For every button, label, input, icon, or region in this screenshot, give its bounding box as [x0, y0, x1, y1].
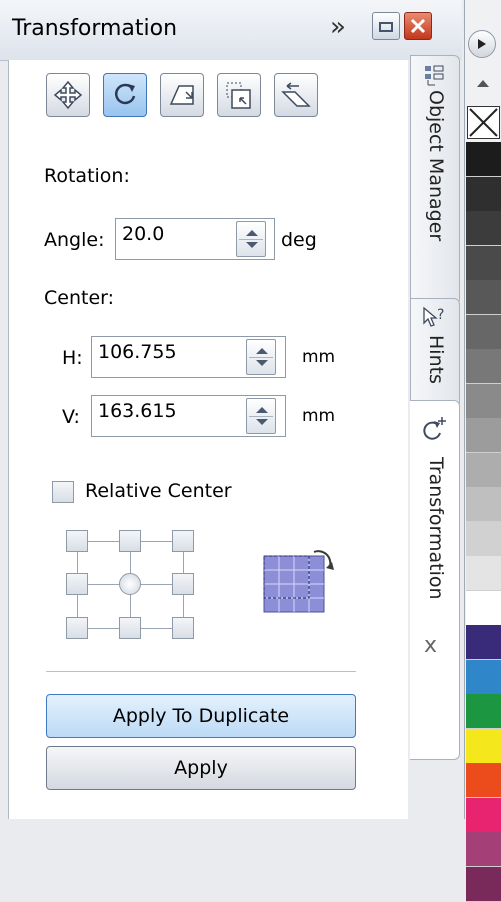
palette-flyout-arrow-icon — [478, 39, 486, 49]
size-mode-button[interactable] — [217, 73, 261, 117]
center-h-value: 106.755 — [98, 341, 177, 363]
rotation-mode-button[interactable] — [103, 73, 147, 117]
anchor-center-radio[interactable] — [119, 573, 141, 595]
color-swatch[interactable] — [466, 487, 501, 522]
anchor-middle-left[interactable] — [66, 573, 88, 595]
v-unit: mm — [302, 406, 336, 426]
anchor-middle-right[interactable] — [172, 573, 194, 595]
close-button[interactable] — [404, 12, 432, 40]
no-color-swatch[interactable] — [467, 106, 500, 139]
tab-object-manager-label: Object Manager — [425, 90, 447, 242]
anchor-top-left[interactable] — [66, 530, 88, 552]
color-swatch[interactable] — [466, 694, 501, 729]
divider — [46, 671, 356, 672]
minimize-button[interactable] — [372, 12, 400, 40]
relative-center-checkbox[interactable] — [52, 481, 74, 503]
color-swatch[interactable] — [466, 349, 501, 384]
angle-value: 20.0 — [122, 223, 165, 245]
color-swatch[interactable] — [466, 280, 501, 315]
transform-preview-icon — [262, 546, 338, 616]
tab-transformation[interactable]: Transformation x — [410, 400, 460, 760]
rotate-icon — [114, 83, 136, 105]
color-swatch[interactable] — [466, 660, 501, 695]
palette-menu-button[interactable] — [468, 30, 496, 58]
color-swatch[interactable] — [466, 832, 501, 867]
apply-to-duplicate-button[interactable]: Apply To Duplicate — [46, 694, 356, 738]
center-section-label: Center: — [44, 287, 115, 309]
angle-label: Angle: — [44, 229, 105, 251]
v-label: V: — [62, 406, 80, 428]
rotation-section-label: Rotation: — [44, 165, 130, 187]
skew-mode-button[interactable] — [274, 73, 318, 117]
tab-transformation-label: Transformation — [425, 457, 447, 600]
anchor-bottom-left[interactable] — [66, 617, 88, 639]
color-swatch[interactable] — [466, 729, 501, 764]
position-icon — [53, 80, 83, 110]
center-v-value: 163.615 — [98, 400, 177, 422]
color-swatch[interactable] — [466, 591, 501, 626]
relative-center-label: Relative Center — [85, 480, 232, 502]
palette-scroll-up-icon[interactable] — [477, 80, 489, 87]
anchor-top-center[interactable] — [119, 530, 141, 552]
tab-close-icon[interactable]: x — [424, 633, 437, 658]
size-icon — [226, 82, 251, 109]
skew-icon — [281, 82, 311, 107]
close-icon — [410, 18, 426, 34]
color-swatch[interactable] — [466, 798, 501, 833]
anchor-bottom-right[interactable] — [172, 617, 194, 639]
svg-text:?: ? — [437, 307, 444, 323]
angle-unit: deg — [281, 229, 317, 251]
color-swatch[interactable] — [466, 177, 501, 212]
position-mode-button[interactable] — [46, 73, 90, 117]
center-h-spinner[interactable] — [246, 339, 276, 375]
tab-object-manager[interactable]: Object Manager — [410, 55, 460, 305]
docker-title: Transformation — [12, 16, 178, 41]
apply-button[interactable]: Apply — [46, 746, 356, 790]
object-manager-icon — [425, 65, 444, 86]
color-swatch[interactable] — [466, 315, 501, 350]
tab-hints[interactable]: ? Hints — [410, 298, 460, 408]
h-label: H: — [62, 347, 83, 369]
hints-icon: ? — [423, 306, 444, 327]
center-v-spinner[interactable] — [246, 398, 276, 434]
color-swatch[interactable] — [466, 453, 501, 488]
color-swatch[interactable] — [466, 867, 501, 902]
color-swatch[interactable] — [466, 763, 501, 798]
color-swatch[interactable] — [466, 418, 501, 453]
color-swatch[interactable] — [466, 384, 501, 419]
transformation-tab-icon — [423, 417, 446, 440]
color-swatch[interactable] — [466, 556, 501, 591]
anchor-top-right[interactable] — [172, 530, 194, 552]
scale-mirror-icon — [169, 85, 194, 105]
h-unit: mm — [302, 347, 336, 367]
scale-mirror-mode-button[interactable] — [160, 73, 204, 117]
color-swatch[interactable] — [466, 211, 501, 246]
color-swatch[interactable] — [466, 142, 501, 177]
angle-spinner[interactable] — [236, 221, 266, 257]
no-color-icon — [469, 108, 498, 137]
anchor-bottom-center[interactable] — [119, 617, 141, 639]
color-swatch[interactable] — [466, 246, 501, 281]
color-swatch[interactable] — [466, 522, 501, 557]
color-swatch[interactable] — [466, 625, 501, 660]
tab-hints-label: Hints — [425, 335, 447, 384]
expand-chevron-icon[interactable]: » — [330, 12, 346, 42]
